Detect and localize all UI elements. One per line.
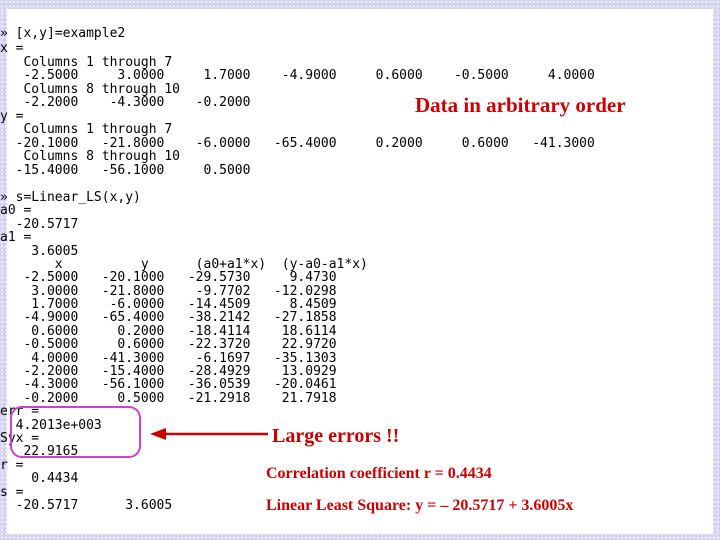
- console-line: -2.5000 3.0000 1.7000 -4.9000 0.6000 -0.…: [0, 68, 595, 83]
- arrow-left-icon: [150, 428, 268, 440]
- table-row: -0.5000 0.6000 -22.3720 22.9720: [0, 337, 337, 352]
- error-highlight-box: [10, 406, 141, 458]
- console-line: x =: [0, 41, 24, 56]
- console-line: a0 =: [0, 203, 32, 218]
- console-line: -15.4000 -56.1000 0.5000: [0, 163, 251, 178]
- console-line: a1 =: [0, 230, 32, 245]
- console-line: 0.4434: [0, 471, 79, 486]
- console-line: -2.2000 -4.3000 -0.2000: [0, 95, 251, 110]
- table-row: -2.5000 -20.1000 -29.5730 9.4730: [0, 270, 337, 285]
- console-line: Columns 8 through 10: [0, 149, 181, 164]
- table-row: -0.2000 0.5000 -21.2918 21.7918: [0, 391, 337, 406]
- least-square-annotation: Linear Least Square: y = – 20.5717 + 3.6…: [266, 497, 574, 514]
- console-line: Columns 1 through 7: [0, 122, 173, 137]
- console-line: -20.5717 3.6005: [0, 498, 173, 513]
- data-order-annotation: Data in arbitrary order: [415, 93, 626, 117]
- large-errors-annotation: Large errors !!: [272, 425, 400, 447]
- table-row: -4.3000 -56.1000 -36.0539 -20.0461: [0, 377, 337, 392]
- correlation-annotation: Correlation coefficient r = 0.4434: [266, 465, 492, 482]
- console-line: » [x,y]=example2: [0, 26, 126, 41]
- table-row: -4.9000 -65.4000 -38.2142 -27.1858: [0, 310, 337, 325]
- console-output: » [x,y]=example2 x = Columns 1 through 7…: [0, 0, 720, 540]
